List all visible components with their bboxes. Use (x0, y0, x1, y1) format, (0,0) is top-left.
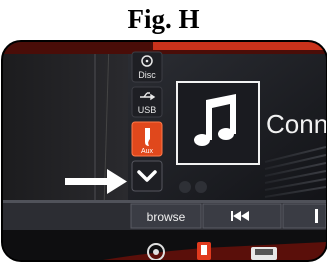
aux-button[interactable]: Aux (131, 121, 163, 157)
album-art (176, 81, 260, 165)
usb-button[interactable]: USB (131, 86, 163, 118)
car-stereo-photo: Disc USB Aux Conn browse (3, 42, 326, 260)
connection-status-text: Conn (266, 109, 326, 139)
aux-label: Aux (141, 148, 154, 155)
disc-label: Disc (138, 70, 156, 80)
next-control-partial[interactable] (282, 203, 326, 229)
photo-frame: Disc USB Aux Conn browse (1, 40, 327, 262)
disc-button[interactable]: Disc (131, 51, 163, 83)
climate-icon[interactable] (251, 247, 277, 260)
page-dot (195, 181, 207, 193)
page-dot (179, 181, 191, 193)
browse-label: browse (147, 210, 186, 224)
figure-caption: Fig. H (127, 4, 200, 34)
usb-label: USB (138, 105, 157, 115)
previous-track-button[interactable] (202, 203, 282, 229)
browse-button[interactable]: browse (130, 203, 202, 229)
media-icon[interactable] (197, 242, 211, 260)
expand-button[interactable] (131, 160, 163, 192)
